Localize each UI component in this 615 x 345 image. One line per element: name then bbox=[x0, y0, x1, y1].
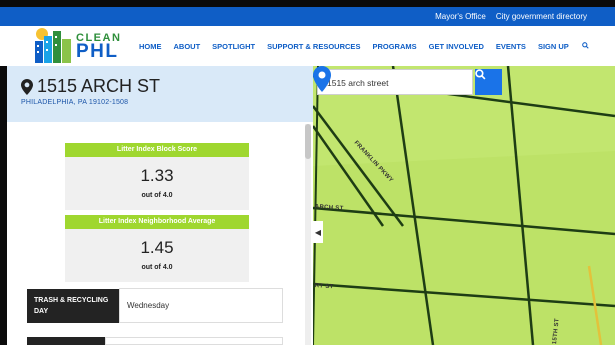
nav-sign-up[interactable]: SIGN UP bbox=[538, 42, 569, 51]
mayors-office-link[interactable]: Mayor's Office bbox=[435, 12, 486, 21]
nav-support-resources[interactable]: SUPPORT & RESOURCES bbox=[267, 42, 360, 51]
map-search-input[interactable]: 1515 arch street bbox=[317, 69, 473, 95]
nav-spotlight[interactable]: SPOTLIGHT bbox=[212, 42, 255, 51]
schedule-table: TRASH & RECYCLING DAY Wednesday bbox=[27, 288, 283, 323]
main-nav: HOME ABOUT SPOTLIGHT SUPPORT & RESOURCES… bbox=[139, 42, 589, 51]
logo-phl-text: PHL bbox=[76, 41, 119, 62]
site-header: CLEAN PHL HOME ABOUT SPOTLIGHT SUPPORT &… bbox=[0, 26, 615, 66]
city-directory-link[interactable]: City government directory bbox=[496, 12, 587, 21]
search-icon bbox=[475, 69, 486, 80]
table-row bbox=[105, 337, 283, 345]
collapse-panel-chevron-icon[interactable]: ◀ bbox=[313, 221, 323, 243]
nav-about[interactable]: ABOUT bbox=[174, 42, 201, 51]
nav-events[interactable]: EVENTS bbox=[496, 42, 526, 51]
address-line: 1515 ARCH ST bbox=[37, 76, 161, 96]
neighborhood-average-card: Litter Index Neighborhood Average 1.45 o… bbox=[65, 215, 249, 282]
page: Mayor's Office City government directory… bbox=[0, 0, 615, 345]
address-panel: 1515 ARCH ST PHILADELPHIA, PA 19102-1508… bbox=[7, 66, 313, 345]
address-city-zip: PHILADELPHIA, PA 19102-1508 bbox=[21, 99, 129, 106]
map-search-button[interactable] bbox=[475, 69, 502, 95]
neighborhood-average-value: 1.45 bbox=[140, 238, 174, 257]
map-streets bbox=[313, 66, 615, 345]
street-label-rt-st: RT ST bbox=[314, 283, 334, 291]
table-row: TRASH & RECYCLING DAY Wednesday bbox=[27, 288, 283, 323]
nav-home[interactable]: HOME bbox=[139, 42, 162, 51]
block-score-card: Litter Index Block Score 1.33 out of 4.0 bbox=[65, 143, 249, 210]
block-score-value: 1.33 bbox=[140, 166, 174, 185]
block-score-suffix: out of 4.0 bbox=[141, 192, 173, 199]
neighborhood-average-suffix: out of 4.0 bbox=[141, 264, 173, 271]
utility-bar: Mayor's Office City government directory bbox=[0, 7, 615, 26]
address-title: 1515 ARCH ST bbox=[21, 76, 160, 97]
neighborhood-average-label: Litter Index Neighborhood Average bbox=[65, 215, 249, 229]
search-icon[interactable] bbox=[581, 42, 589, 51]
panel-scrollbar[interactable] bbox=[305, 124, 311, 345]
schedule-label: TRASH & RECYCLING DAY bbox=[27, 288, 120, 323]
block-score-label: Litter Index Block Score bbox=[65, 143, 249, 157]
table-row bbox=[27, 337, 105, 345]
city-skyline-icon bbox=[35, 28, 71, 63]
map-pin-icon bbox=[21, 78, 33, 95]
nav-programs[interactable]: PROGRAMS bbox=[372, 42, 416, 51]
scrollbar-thumb[interactable] bbox=[305, 124, 311, 159]
cleanphl-logo[interactable]: CLEAN PHL bbox=[33, 27, 133, 65]
schedule-value: Wednesday bbox=[119, 288, 283, 323]
nav-get-involved[interactable]: GET INVOLVED bbox=[429, 42, 484, 51]
map-view[interactable]: 1515 arch street ◀ FRANKLIN PKWY ARCH ST… bbox=[313, 66, 615, 345]
address-header: 1515 ARCH ST PHILADELPHIA, PA 19102-1508 bbox=[7, 66, 313, 122]
location-marker-icon[interactable] bbox=[313, 66, 331, 92]
